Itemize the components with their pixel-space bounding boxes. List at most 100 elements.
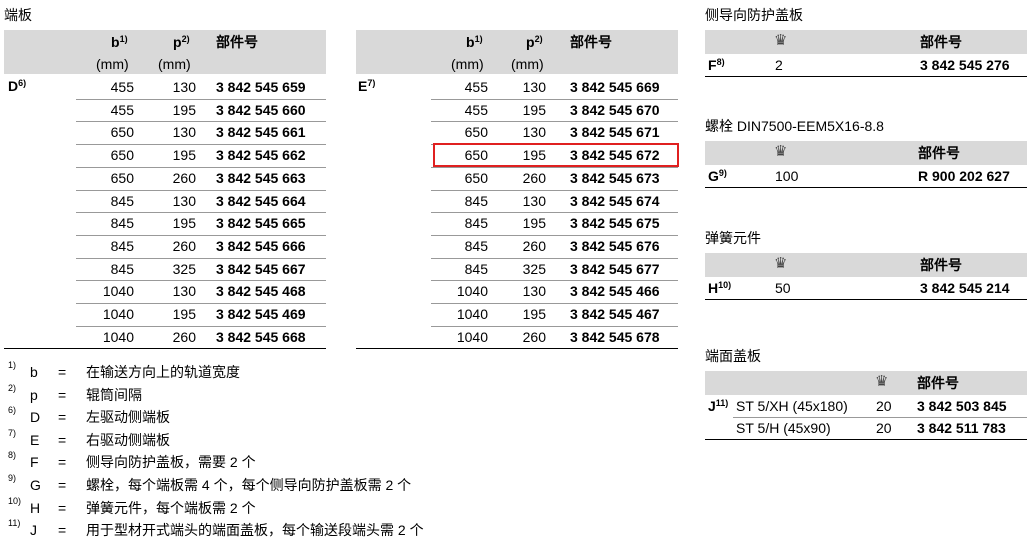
b-value-cell: 455 xyxy=(110,79,134,95)
footnote-text: 右驱动侧端板 xyxy=(86,431,170,448)
col-header-b: b1) xyxy=(111,34,128,50)
packaging-unit-icon: ♛ xyxy=(774,143,788,160)
table-header-bg xyxy=(705,30,1027,54)
b-value-cell: 845 xyxy=(110,260,134,277)
footnote-number: 9) xyxy=(8,473,17,483)
footnote-equals: = xyxy=(58,454,67,471)
part-number-cell: 3 842 545 674 xyxy=(570,192,660,209)
b-value-cell: 1040 xyxy=(102,306,134,322)
p-value-cell: 260 xyxy=(172,237,196,254)
part-number-cell: 3 842 545 667 xyxy=(216,260,306,277)
footnote-text: 辊筒间隔 xyxy=(86,386,142,403)
part-number-cell: 3 842 545 660 xyxy=(216,101,306,118)
p-value-cell: 195 xyxy=(522,101,546,118)
footnote-number: 7) xyxy=(8,427,17,438)
part-number-cell: 3 842 545 662 xyxy=(216,147,306,164)
row-label-h: H10) xyxy=(708,280,732,296)
part-number-cell: 3 842 545 666 xyxy=(216,237,306,254)
table-rule xyxy=(4,348,326,349)
part-number-cell: 3 842 545 467 xyxy=(570,306,660,322)
footnote-key: J xyxy=(30,522,37,539)
row-label-g: G9) xyxy=(708,168,727,184)
end-cap-name: ST 5/XH (45x180) xyxy=(736,398,848,414)
footnote-text: 用于型材开式端头的端面盖板，每个输送段端头需 2 个 xyxy=(86,522,424,539)
col-header-part: 部件号 xyxy=(918,145,960,161)
b-value-cell: 845 xyxy=(110,192,134,209)
p-value-cell: 195 xyxy=(172,215,196,232)
b-value-cell: 650 xyxy=(464,169,488,186)
b-value-cell: 1040 xyxy=(102,328,134,345)
p-value-cell: 325 xyxy=(172,260,196,277)
col-unit-b: (mm) xyxy=(451,56,484,72)
footnote-equals: = xyxy=(58,409,67,426)
b-value-cell: 845 xyxy=(464,192,488,209)
side-guard-title: 侧导向防护盖板 xyxy=(705,7,803,23)
p-value-cell: 195 xyxy=(522,306,546,322)
col-header-part: 部件号 xyxy=(570,34,612,50)
bolt-title: 螺栓 DIN7500-EEM5X16-8.8 xyxy=(705,118,884,134)
col-header-part: 部件号 xyxy=(917,375,959,391)
col-unit-p: (mm) xyxy=(158,56,191,72)
part-number-cell: 3 842 545 669 xyxy=(570,79,660,95)
b-value-cell: 845 xyxy=(464,215,488,232)
b-value-cell: 1040 xyxy=(456,283,488,300)
col-header-b: b1) xyxy=(466,34,483,50)
b-value-cell: 455 xyxy=(464,101,488,118)
b-value-cell: 845 xyxy=(110,237,134,254)
footnote-number: 6) xyxy=(8,405,17,416)
table-rule xyxy=(356,348,678,349)
b-value-cell: 1040 xyxy=(102,283,134,300)
part-number-cell: 3 842 545 469 xyxy=(216,306,306,322)
p-value-cell: 130 xyxy=(172,192,196,209)
p-value-cell: 130 xyxy=(522,79,546,95)
footnote-number: 1) xyxy=(8,360,17,370)
footnote-number: 8) xyxy=(8,450,17,461)
table-header-bg xyxy=(705,253,1027,277)
footnote-key: p xyxy=(30,386,38,403)
p-value-cell: 260 xyxy=(172,169,196,186)
p-value-cell: 195 xyxy=(172,101,196,118)
part-number-cell: 3 842 545 668 xyxy=(216,328,306,345)
part-number-cell: 3 842 511 783 xyxy=(917,420,1006,436)
row-label-d: D6) xyxy=(8,78,27,94)
end-cap-title: 端面盖板 xyxy=(705,348,761,364)
footnote-key: G xyxy=(30,477,41,493)
packaging-unit-icon: ♛ xyxy=(875,373,889,390)
footnote-equals: = xyxy=(58,386,67,403)
spring-title: 弹簧元件 xyxy=(705,230,761,246)
footnote-number: 10) xyxy=(8,495,22,506)
p-value-cell: 260 xyxy=(522,237,546,254)
end-plate-title: 端板 xyxy=(4,7,32,23)
footnote-text: 侧导向防护盖板，需要 2 个 xyxy=(86,454,256,471)
part-number-cell: 3 842 503 845 xyxy=(917,398,1007,414)
p-value-cell: 130 xyxy=(522,283,546,300)
part-number-cell: 3 842 545 466 xyxy=(570,283,660,300)
packaging-unit-icon: ♛ xyxy=(774,255,788,272)
b-value-cell: 650 xyxy=(464,124,488,141)
packaging-unit-icon: ♛ xyxy=(774,32,788,49)
table-header-bg xyxy=(705,371,1027,395)
footnote-key: D xyxy=(30,409,41,426)
footnote-key: H xyxy=(30,499,41,516)
footnote-equals: = xyxy=(58,499,67,516)
footnote-equals: = xyxy=(58,364,67,380)
part-number-cell: 3 842 545 675 xyxy=(570,215,660,232)
footnote-number: 2) xyxy=(8,382,17,393)
b-value-cell: 650 xyxy=(110,124,134,141)
p-value-cell: 260 xyxy=(172,328,196,345)
end-cap-name: ST 5/H (45x90) xyxy=(736,420,831,436)
qty-cell: 20 xyxy=(876,398,892,414)
row-label-j: J11) xyxy=(708,398,729,414)
col-unit-b: (mm) xyxy=(96,56,129,72)
qty-cell: 100 xyxy=(775,168,799,184)
b-value-cell: 455 xyxy=(464,79,488,95)
table-rule xyxy=(705,187,1027,188)
footnote-text: 螺栓，每个端板需 4 个，每个侧导向防护盖板需 2 个 xyxy=(86,477,412,493)
footnote-equals: = xyxy=(58,431,67,448)
b-value-cell: 845 xyxy=(464,260,488,277)
part-number-cell: 3 842 545 664 xyxy=(216,192,306,209)
b-value-cell: 455 xyxy=(110,101,134,118)
p-value-cell: 195 xyxy=(522,215,546,232)
row-label-e: E7) xyxy=(358,78,376,94)
part-number-cell: 3 842 545 676 xyxy=(570,237,660,254)
